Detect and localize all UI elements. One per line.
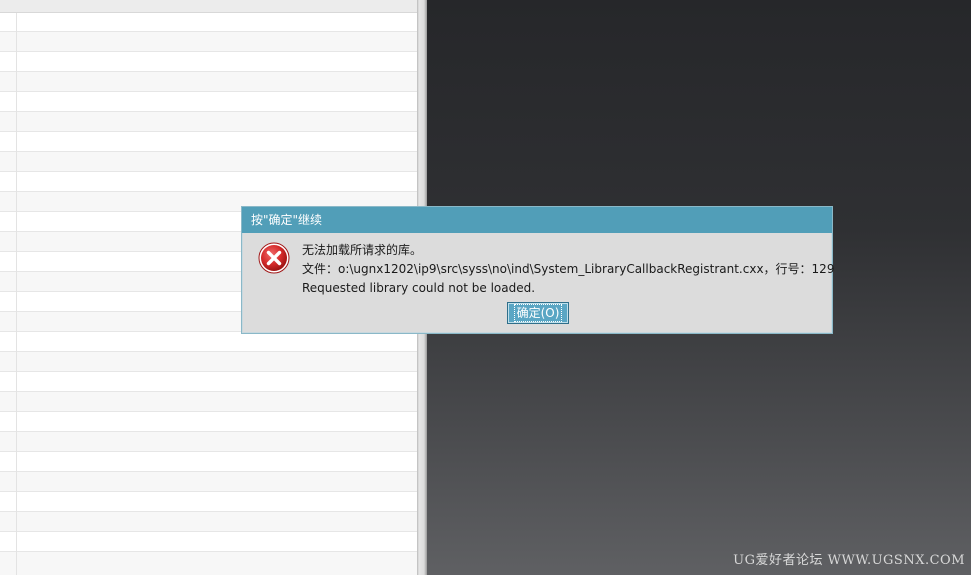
dialog-titlebar[interactable]: 按"确定"继续 xyxy=(242,207,832,233)
ok-button-label: 确定(O) xyxy=(513,304,563,322)
list-header-strip xyxy=(0,0,417,13)
error-x-icon xyxy=(258,242,290,274)
forum-watermark: UG爱好者论坛 WWW.UGSNX.COM xyxy=(733,553,965,568)
dialog-title: 按"确定"继续 xyxy=(251,213,323,227)
error-dialog: 按"确定"继续 无法加载所请求的库。 文件：o:\ugnx1202\ip9\sr… xyxy=(241,206,834,334)
message-line-3: Requested library could not be loaded. xyxy=(302,281,536,295)
ok-button[interactable]: 确定(O) xyxy=(507,302,569,324)
dialog-body: 无法加载所请求的库。 文件：o:\ugnx1202\ip9\src\syss\n… xyxy=(248,233,834,328)
column-separator xyxy=(16,0,17,575)
message-line-2: 文件：o:\ugnx1202\ip9\src\syss\no\ind\Syste… xyxy=(302,262,835,276)
message-line-1: 无法加载所请求的库。 xyxy=(302,243,423,257)
error-message: 无法加载所请求的库。 文件：o:\ugnx1202\ip9\src\syss\n… xyxy=(302,241,834,298)
